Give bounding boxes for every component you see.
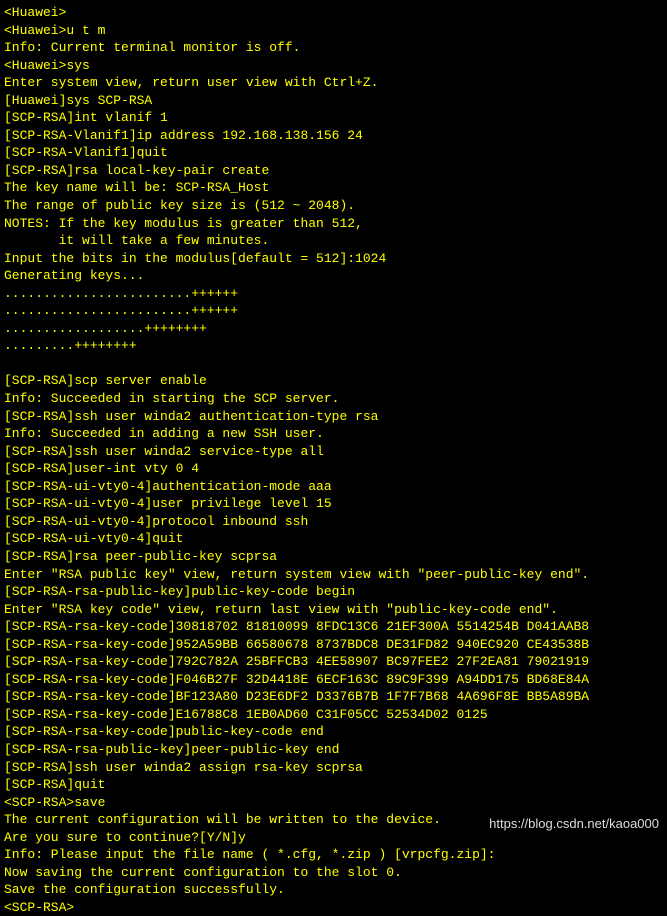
terminal-line: Info: Current terminal monitor is off. [4,39,663,57]
terminal-line: [SCP-RSA]ssh user winda2 assign rsa-key … [4,759,663,777]
terminal-line: [SCP-RSA-ui-vty0-4]authentication-mode a… [4,478,663,496]
terminal-line: <Huawei>u t m [4,22,663,40]
terminal-line: <SCP-RSA>save [4,794,663,812]
terminal-line: ........................++++++ [4,285,663,303]
terminal-line: [SCP-RSA-rsa-key-code]BF123A80 D23E6DF2 … [4,688,663,706]
terminal-line: Enter "RSA key code" view, return last v… [4,601,663,619]
terminal-line: [SCP-RSA-rsa-key-code]public-key-code en… [4,723,663,741]
terminal-line: <Huawei> [4,4,663,22]
terminal-line: [SCP-RSA]quit [4,776,663,794]
terminal-line: ..................++++++++ [4,320,663,338]
terminal-line [4,355,663,373]
terminal-line: ........................++++++ [4,302,663,320]
terminal-line: [SCP-RSA-rsa-key-code]F046B27F 32D4418E … [4,671,663,689]
terminal-line: [SCP-RSA-rsa-public-key]public-key-code … [4,583,663,601]
terminal-line: [SCP-RSA]scp server enable [4,372,663,390]
terminal-line: [SCP-RSA-rsa-public-key]peer-public-key … [4,741,663,759]
terminal-line: Enter "RSA public key" view, return syst… [4,566,663,584]
terminal-line: [SCP-RSA]ssh user winda2 authentication-… [4,408,663,426]
terminal-line: Info: Succeeded in adding a new SSH user… [4,425,663,443]
terminal-line: [SCP-RSA-rsa-key-code]E16788C8 1EB0AD60 … [4,706,663,724]
terminal-line: [SCP-RSA-ui-vty0-4]user privilege level … [4,495,663,513]
terminal-line: Info: Please input the file name ( *.cfg… [4,846,663,864]
terminal-line: [SCP-RSA-rsa-key-code]792C782A 25BFFCB3 … [4,653,663,671]
terminal-line: [SCP-RSA]ssh user winda2 service-type al… [4,443,663,461]
terminal-line: Save the configuration successfully. [4,881,663,899]
terminal-line: [SCP-RSA-ui-vty0-4]quit [4,530,663,548]
terminal-line: [SCP-RSA-Vlanif1]quit [4,144,663,162]
terminal-line: [SCP-RSA-Vlanif1]ip address 192.168.138.… [4,127,663,145]
terminal-line: [SCP-RSA]user-int vty 0 4 [4,460,663,478]
terminal-line: Enter system view, return user view with… [4,74,663,92]
terminal-line: [Huawei]sys SCP-RSA [4,92,663,110]
terminal-line: [SCP-RSA]rsa peer-public-key scprsa [4,548,663,566]
terminal-line: [SCP-RSA-rsa-key-code]952A59BB 66580678 … [4,636,663,654]
watermark-text: https://blog.csdn.net/kaoa000 [489,815,659,833]
terminal-line: Input the bits in the modulus[default = … [4,250,663,268]
terminal-line: [SCP-RSA]rsa local-key-pair create [4,162,663,180]
terminal-line: [SCP-RSA-ui-vty0-4]protocol inbound ssh [4,513,663,531]
terminal-line: The key name will be: SCP-RSA_Host [4,179,663,197]
terminal-line: it will take a few minutes. [4,232,663,250]
terminal-output: <Huawei><Huawei>u t mInfo: Current termi… [4,4,663,916]
terminal-line: <Huawei>sys [4,57,663,75]
terminal-line: <SCP-RSA> [4,899,663,916]
terminal-line: Now saving the current configuration to … [4,864,663,882]
terminal-line: [SCP-RSA]int vlanif 1 [4,109,663,127]
terminal-line: Info: Succeeded in starting the SCP serv… [4,390,663,408]
terminal-line: .........++++++++ [4,337,663,355]
terminal-line: NOTES: If the key modulus is greater tha… [4,215,663,233]
terminal-line: The range of public key size is (512 ~ 2… [4,197,663,215]
terminal-line: Generating keys... [4,267,663,285]
terminal-line: [SCP-RSA-rsa-key-code]30818702 81810099 … [4,618,663,636]
